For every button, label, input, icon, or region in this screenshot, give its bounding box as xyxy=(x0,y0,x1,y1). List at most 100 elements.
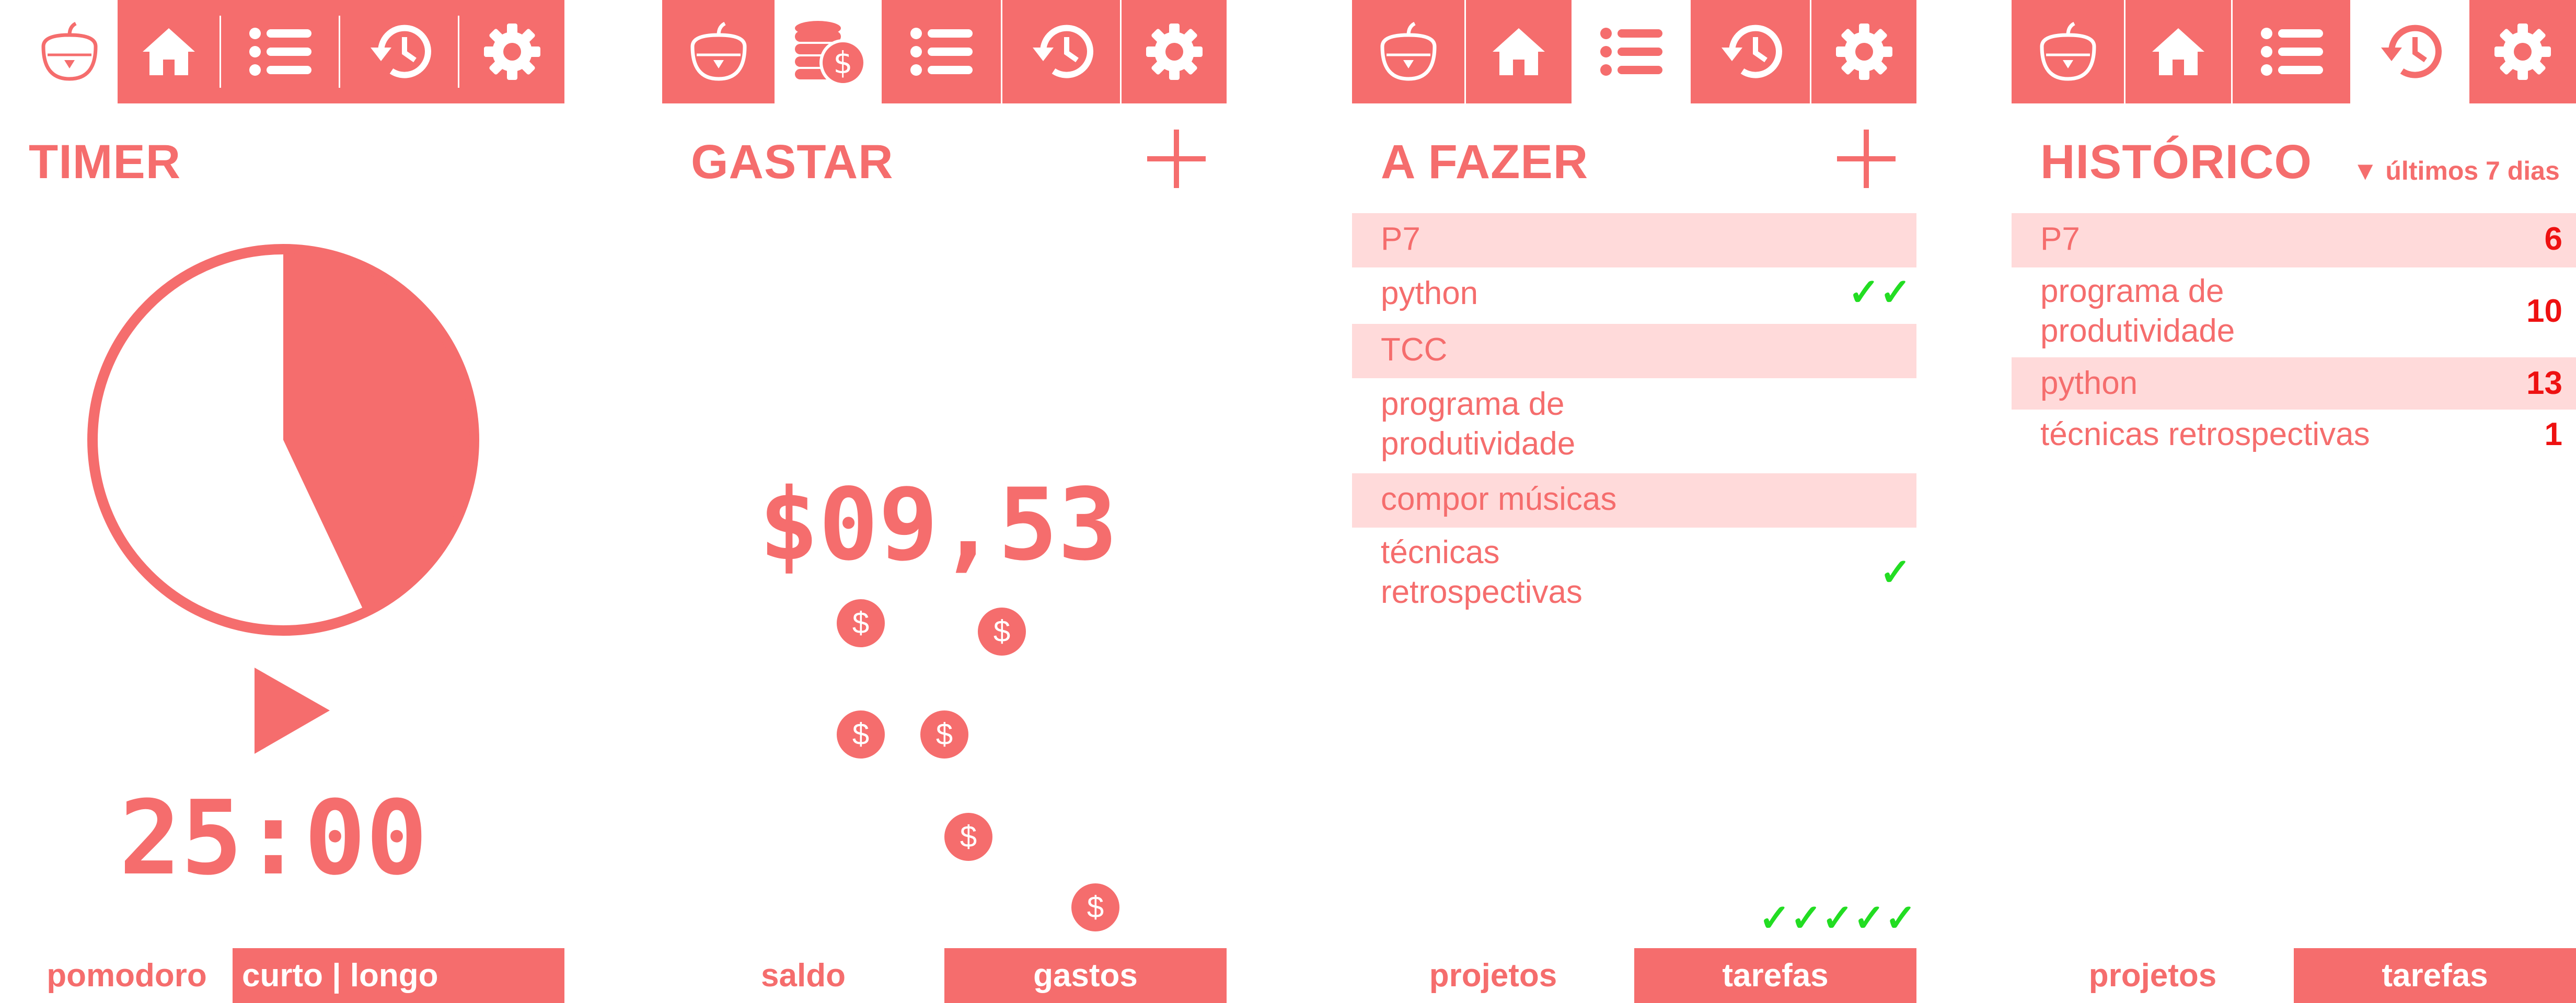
history-row: técnicas retrospectivas 1 xyxy=(2012,411,2576,461)
list-item[interactable]: técnicas retrospectivas ✓ xyxy=(1352,529,1916,621)
list-item[interactable]: P7 xyxy=(1352,213,1916,267)
coin-icon: $ xyxy=(1071,883,1119,931)
gear-icon xyxy=(481,20,544,83)
history-row: python 13 xyxy=(2012,357,2576,410)
tab-tasks[interactable]: tarefas xyxy=(1634,948,1916,1003)
tab-list[interactable] xyxy=(882,0,1001,103)
tab-history[interactable] xyxy=(1691,0,1810,103)
history-row-label: produtividade xyxy=(2040,313,2235,349)
tab-settings[interactable] xyxy=(459,0,564,103)
tab-settings[interactable] xyxy=(1122,0,1227,103)
list-icon xyxy=(1600,26,1662,78)
history-row-count: 13 xyxy=(2526,365,2562,401)
period-filter-dropdown[interactable]: ▼ últimos 7 dias xyxy=(2352,156,2560,186)
list-item-label: retrospectivas xyxy=(1381,574,1582,610)
tomato-icon xyxy=(687,20,750,83)
tab-settings[interactable] xyxy=(1811,0,1916,103)
list-icon xyxy=(249,26,311,78)
check-icon: ✓✓ xyxy=(1848,272,1911,313)
tab-coins[interactable]: $ xyxy=(775,0,882,103)
tab-history[interactable] xyxy=(1002,0,1120,103)
gear-icon xyxy=(1143,20,1206,83)
tab-list[interactable] xyxy=(1572,0,1691,103)
tab-history[interactable] xyxy=(2350,0,2469,103)
history-icon xyxy=(1716,20,1784,83)
list-item[interactable]: TCC xyxy=(1352,324,1916,378)
tab-settings[interactable] xyxy=(2469,0,2576,103)
svg-text:$: $ xyxy=(833,45,852,80)
list-item-label: produtividade xyxy=(1381,426,1576,462)
history-row-count: 6 xyxy=(2544,221,2562,257)
add-button[interactable] xyxy=(1147,130,1206,188)
coin-icon: $ xyxy=(920,710,968,759)
tab-list[interactable] xyxy=(2233,0,2350,103)
tab-pomodoro[interactable]: pomodoro xyxy=(21,948,233,1003)
spend-screen: $ GASTAR $09,53 $ $ $ $ $ $ saldo gastos xyxy=(662,0,1227,1003)
list-icon xyxy=(2260,26,2323,78)
tab-balance[interactable]: saldo xyxy=(662,948,944,1003)
list-icon xyxy=(910,26,973,78)
history-icon xyxy=(1027,20,1095,83)
tab-short-long-label: curto | longo xyxy=(242,958,438,994)
tab-history[interactable] xyxy=(340,0,458,103)
history-icon xyxy=(2376,20,2444,83)
page-title: HISTÓRICO xyxy=(2040,135,2313,189)
tab-tasks[interactable]: tarefas xyxy=(2294,948,2576,1003)
list-item-label: programa de xyxy=(1381,386,1565,422)
history-row-count: 1 xyxy=(2544,416,2562,452)
check-icon: ✓ xyxy=(1879,552,1911,593)
tab-tomato[interactable] xyxy=(2012,0,2124,103)
page-title: A FAZER xyxy=(1381,135,1589,189)
list-item-label: python xyxy=(1381,275,1478,311)
tab-tomato[interactable] xyxy=(1352,0,1464,103)
tab-home-btn[interactable] xyxy=(118,0,220,103)
list-item[interactable]: python ✓✓ xyxy=(1352,267,1916,322)
history-screen: HISTÓRICO ▼ últimos 7 dias P7 6 programa… xyxy=(2012,0,2576,1003)
list-item[interactable]: programa de produtividade xyxy=(1352,380,1916,472)
timer-remaining-wedge xyxy=(283,253,470,609)
tomato-icon xyxy=(2037,20,2099,83)
tab-home[interactable] xyxy=(1466,0,1572,103)
tab-home[interactable] xyxy=(2126,0,2231,103)
history-row-label: programa de xyxy=(2040,273,2224,309)
page-title: GASTAR xyxy=(691,135,894,189)
tomato-icon xyxy=(38,20,101,83)
tab-projects[interactable]: projetos xyxy=(1352,948,1634,1003)
list-item-label: compor músicas xyxy=(1381,481,1617,517)
gear-icon xyxy=(2491,20,2554,83)
history-row: P7 6 xyxy=(2012,213,2576,267)
home-icon xyxy=(2150,23,2207,80)
coin-icon: $ xyxy=(837,710,885,759)
history-row-label: python xyxy=(2040,365,2138,401)
tab-projects[interactable]: projetos xyxy=(2012,948,2294,1003)
add-button[interactable] xyxy=(1837,130,1896,188)
tomato-icon xyxy=(1377,20,1440,83)
tab-tomato[interactable] xyxy=(21,0,118,103)
timer-screen: TIMER 25:00 pomodoro curto | longo xyxy=(0,0,564,1003)
history-row-label: técnicas retrospectivas xyxy=(2040,416,2370,452)
history-row: programa de produtividade 10 xyxy=(2012,267,2576,356)
play-icon xyxy=(255,668,330,754)
tab-tomato[interactable] xyxy=(662,0,775,103)
tab-expenses[interactable]: gastos xyxy=(944,948,1227,1003)
tab-list[interactable] xyxy=(221,0,339,103)
list-item-label: P7 xyxy=(1381,221,1420,257)
list-item-label: TCC xyxy=(1381,332,1448,368)
home-icon xyxy=(140,23,198,80)
coins-icon: $ xyxy=(792,18,865,86)
coin-icon: $ xyxy=(837,599,885,647)
page-title: TIMER xyxy=(29,135,181,189)
list-item[interactable]: compor músicas xyxy=(1352,473,1916,528)
history-icon xyxy=(365,20,433,83)
balance-display: $09,53 xyxy=(759,467,1118,582)
completed-checks: ✓✓✓✓✓ xyxy=(1759,897,1916,939)
gear-icon xyxy=(1833,20,1896,83)
list-item-label: técnicas xyxy=(1381,534,1500,570)
tab-short-long[interactable]: curto | longo xyxy=(233,948,564,1003)
timer-progress-dial xyxy=(87,244,479,636)
history-row-label: P7 xyxy=(2040,221,2080,257)
coin-icon: $ xyxy=(944,813,992,861)
coin-icon: $ xyxy=(978,608,1026,656)
home-icon xyxy=(1490,23,1547,80)
play-button[interactable] xyxy=(253,668,331,754)
